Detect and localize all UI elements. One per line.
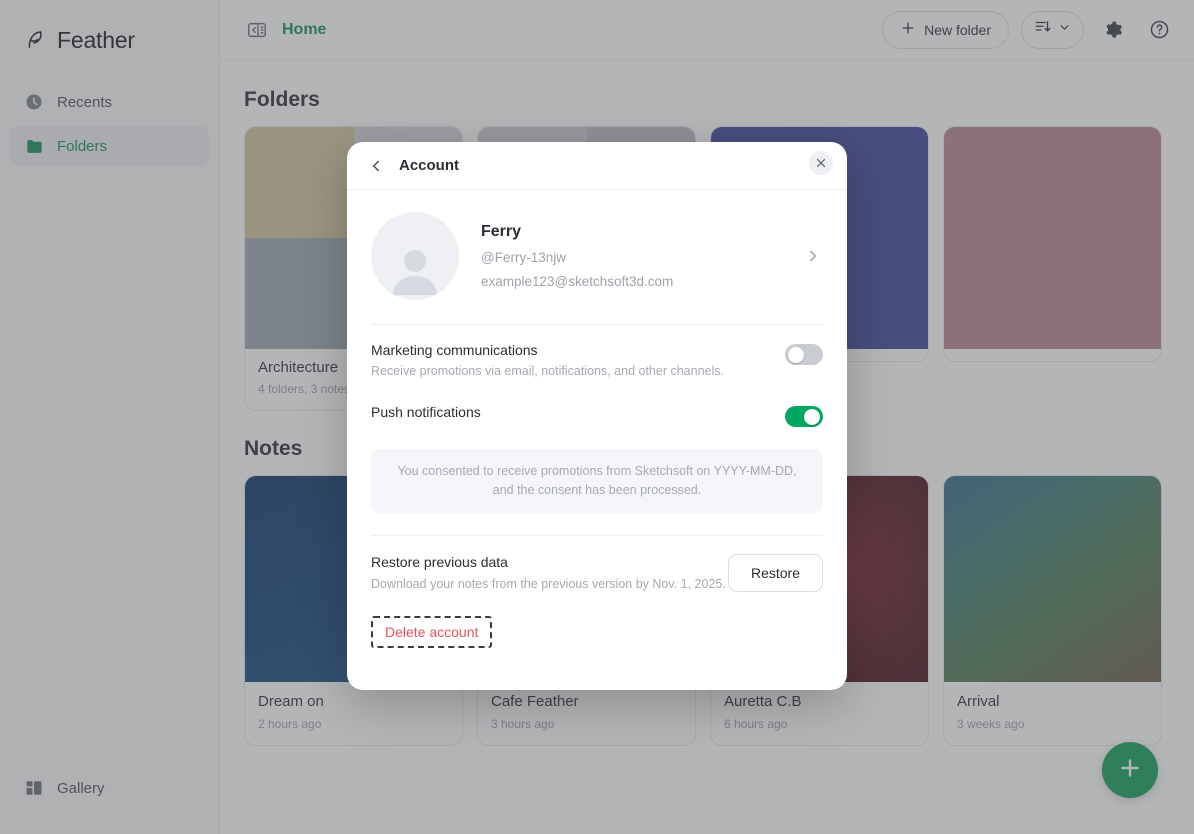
profile-info: Ferry @Ferry-13njw example123@sketchsoft… (481, 223, 781, 289)
setting-label: Marketing communications (371, 342, 538, 358)
restore-description: Download your notes from the previous ve… (371, 577, 726, 591)
restore-texts: Restore previous data Download your note… (371, 554, 728, 591)
user-avatar-placeholder-icon (387, 247, 443, 300)
profile-name: Ferry (481, 223, 522, 240)
setting-row-push: Push notifications (371, 384, 823, 433)
push-notifications-toggle[interactable] (785, 406, 823, 427)
setting-row-marketing: Marketing communications Receive promoti… (371, 325, 823, 384)
delete-account-link[interactable]: Delete account (371, 615, 493, 648)
restore-row: Restore previous data Download your note… (371, 536, 823, 592)
modal-header: Account (347, 142, 847, 190)
chevron-left-icon[interactable] (363, 153, 389, 179)
profile-handle: @Ferry-13njw (481, 250, 566, 265)
profile-row[interactable]: Ferry @Ferry-13njw example123@sketchsoft… (371, 190, 823, 325)
setting-description: Receive promotions via email, notificati… (371, 364, 724, 378)
consent-note: You consented to receive promotions from… (371, 449, 823, 513)
modal-body: Ferry @Ferry-13njw example123@sketchsoft… (347, 190, 847, 690)
toggle-knob (788, 346, 804, 363)
close-icon[interactable] (809, 151, 833, 175)
marketing-communications-toggle[interactable] (785, 344, 823, 365)
restore-label: Restore previous data (371, 554, 508, 570)
account-modal: Account Ferry @Ferry-13njw example123@sk… (347, 142, 847, 690)
restore-button[interactable]: Restore (727, 553, 823, 592)
toggle-knob (804, 408, 820, 425)
avatar (371, 212, 459, 300)
app-root: Feather Recents Folders Gallery Home New… (0, 0, 1194, 834)
chevron-right-icon (803, 246, 823, 266)
modal-title: Account (399, 157, 459, 174)
profile-email: example123@sketchsoft3d.com (481, 274, 674, 289)
setting-label: Push notifications (371, 404, 481, 420)
setting-texts: Marketing communications Receive promoti… (371, 342, 785, 378)
setting-texts: Push notifications (371, 404, 785, 420)
delete-account-wrap: Delete account (371, 615, 823, 648)
